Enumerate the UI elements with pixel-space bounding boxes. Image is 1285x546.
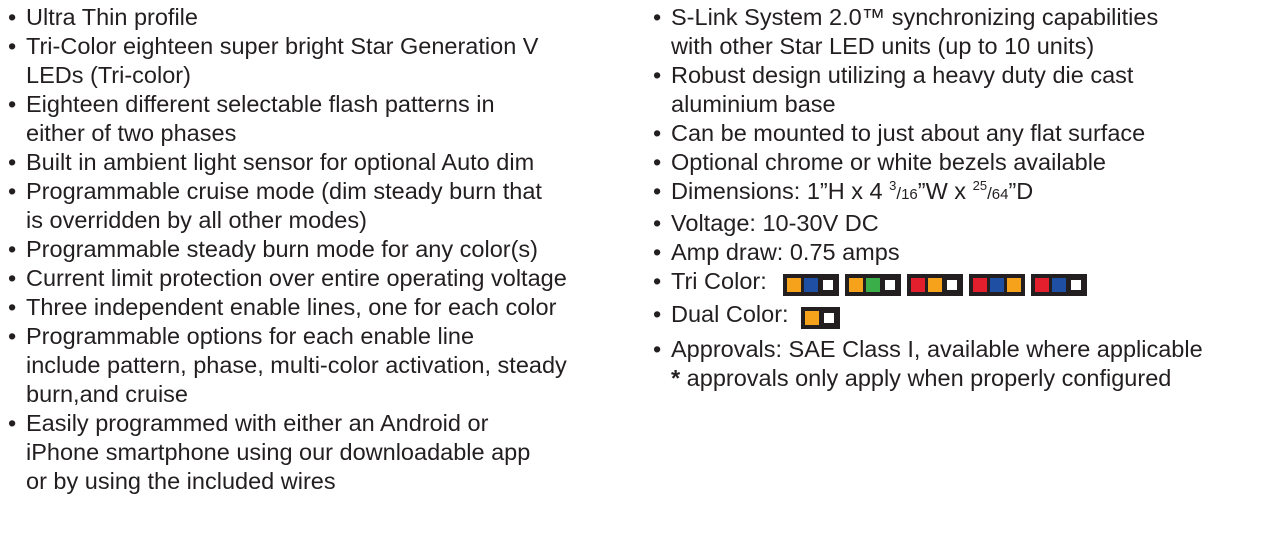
voltage-item: Voltage: 10-30V DC	[653, 209, 1283, 238]
feature-item: Easily programmed with either an Android…	[8, 409, 658, 496]
dual-color-option-1	[801, 307, 841, 329]
blue-swatch	[1052, 278, 1067, 292]
feature-text: include pattern, phase, multi-color acti…	[26, 352, 567, 378]
blue-swatch	[990, 278, 1005, 292]
spec-text: S-Link System 2.0™ synchronizing capabil…	[671, 4, 1159, 30]
dual-color-swatches	[795, 301, 841, 329]
feature-item: Programmable options for each enable lin…	[8, 322, 658, 409]
tri-color-option-1	[783, 274, 840, 296]
spec-text: Approvals: SAE Class I, available where …	[671, 336, 1203, 362]
white-swatch	[1069, 278, 1084, 292]
feature-text: Easily programmed with either an Android…	[26, 410, 489, 436]
footnote-text: approvals only apply when properly confi…	[680, 365, 1172, 391]
white-swatch	[821, 278, 836, 292]
feature-text: burn,and cruise	[26, 381, 188, 407]
spec-text: Optional chrome or white bezels availabl…	[671, 149, 1106, 175]
tri-color-option-5	[1031, 274, 1088, 296]
right-spec-list: S-Link System 2.0™ synchronizing capabil…	[653, 0, 1283, 393]
spec-text: Amp draw: 0.75 amps	[671, 239, 900, 265]
left-feature-list: Ultra Thin profile Tri-Color eighteen su…	[8, 0, 658, 496]
feature-text: Three independent enable lines, one for …	[26, 294, 557, 320]
white-swatch	[945, 278, 960, 292]
feature-text: Ultra Thin profile	[26, 4, 198, 30]
approvals-footnote: * approvals only apply when properly con…	[653, 364, 1283, 393]
amber-swatch	[805, 311, 820, 325]
spec-text: Voltage: 10-30V DC	[671, 210, 879, 236]
dual-color-item: Dual Color:	[653, 300, 1283, 329]
feature-text: Tri-Color eighteen super bright Star Gen…	[26, 33, 539, 59]
feature-text: Programmable steady burn mode for any co…	[26, 236, 538, 262]
red-swatch	[1035, 278, 1050, 292]
feature-item: Tri-Color eighteen super bright Star Gen…	[8, 32, 658, 90]
tri-color-option-4	[969, 274, 1026, 296]
amber-swatch	[787, 278, 802, 292]
tri-color-option-3	[907, 274, 964, 296]
feature-text: Programmable cruise mode (dim steady bur…	[26, 178, 542, 204]
amber-swatch	[1007, 278, 1022, 292]
spec-text: Can be mounted to just about any flat su…	[671, 120, 1146, 146]
amber-swatch	[849, 278, 864, 292]
feature-item: Eighteen different selectable flash patt…	[8, 90, 658, 148]
feature-text: or by using the included wires	[26, 468, 336, 494]
feature-item: Built in ambient light sensor for option…	[8, 148, 658, 177]
blue-swatch	[804, 278, 819, 292]
tri-color-option-2	[845, 274, 902, 296]
feature-item: Ultra Thin profile	[8, 3, 658, 32]
asterisk: *	[671, 365, 681, 391]
feature-text: is overridden by all other modes)	[26, 207, 367, 233]
feature-text: Built in ambient light sensor for option…	[26, 149, 535, 175]
red-swatch	[973, 278, 988, 292]
amber-swatch	[928, 278, 943, 292]
dimensions-item: Dimensions: 1”H x 4 3/16”W x 25/64”D	[653, 177, 1283, 209]
red-swatch	[911, 278, 926, 292]
approvals-item: Approvals: SAE Class I, available where …	[653, 335, 1283, 364]
spec-text: Robust design utilizing a heavy duty die…	[671, 62, 1134, 88]
amp-item: Amp draw: 0.75 amps	[653, 238, 1283, 267]
spec-text: aluminium base	[671, 91, 836, 117]
feature-item: Programmable cruise mode (dim steady bur…	[8, 177, 658, 235]
spec-text: with other Star LED units (up to 10 unit…	[671, 33, 1095, 59]
feature-text: Eighteen different selectable flash patt…	[26, 91, 495, 117]
bezels-item: Optional chrome or white bezels availabl…	[653, 148, 1283, 177]
white-swatch	[883, 278, 898, 292]
feature-item: Programmable steady burn mode for any co…	[8, 235, 658, 264]
feature-text: either of two phases	[26, 120, 237, 146]
robust-item: Robust design utilizing a heavy duty die…	[653, 61, 1283, 119]
dimensions-mid: ”W x	[917, 178, 973, 204]
dual-color-label: Dual Color:	[671, 301, 789, 327]
tri-color-item: Tri Color:	[653, 267, 1283, 296]
feature-text: Current limit protection over entire ope…	[26, 265, 567, 291]
tri-color-swatches	[773, 268, 1088, 296]
fraction-numerator: 25	[972, 178, 988, 193]
slink-item: S-Link System 2.0™ synchronizing capabil…	[653, 3, 1283, 61]
tri-color-label: Tri Color:	[671, 268, 767, 294]
feature-text: Programmable options for each enable lin…	[26, 323, 475, 349]
dimensions-prefix: Dimensions: 1”H x 4	[671, 178, 890, 204]
green-swatch	[866, 278, 881, 292]
fraction-denominator: 16	[901, 186, 918, 203]
fraction-denominator: 64	[991, 186, 1009, 203]
white-swatch	[822, 311, 837, 325]
feature-text: iPhone smartphone using our downloadable…	[26, 439, 531, 465]
mount-item: Can be mounted to just about any flat su…	[653, 119, 1283, 148]
feature-item: Current limit protection over entire ope…	[8, 264, 658, 293]
dimensions-suffix: ”D	[1008, 178, 1034, 204]
feature-item: Three independent enable lines, one for …	[8, 293, 658, 322]
feature-text: LEDs (Tri-color)	[26, 62, 191, 88]
